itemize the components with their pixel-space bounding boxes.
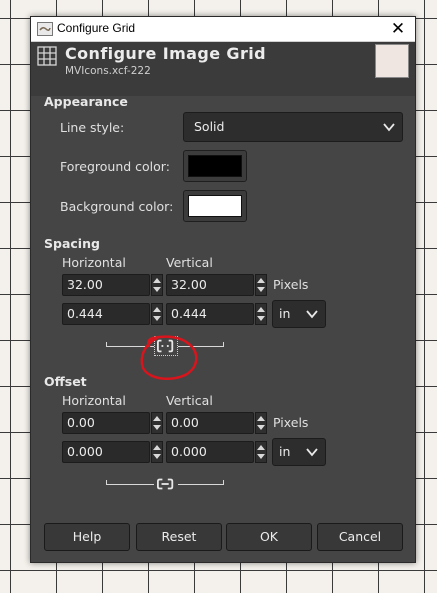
spin-up-icon[interactable] [153, 278, 161, 283]
spin-arrows[interactable] [255, 441, 267, 463]
spin-up-icon[interactable] [257, 445, 265, 450]
help-button[interactable]: Help [44, 523, 130, 551]
spacing-vertical-label: Vertical [166, 255, 213, 270]
offset-horizontal-units-field[interactable]: 0.000 [62, 441, 150, 463]
offset-chain-toggle-button[interactable] [154, 474, 178, 494]
spin-down-icon[interactable] [257, 316, 265, 321]
spin-down-icon[interactable] [257, 425, 265, 430]
chain-linked-icon [157, 478, 174, 490]
offset-horizontal-label: Horizontal [62, 393, 126, 408]
spin-arrows[interactable] [255, 303, 267, 325]
offset-unit-value: in [279, 444, 291, 459]
spin-down-icon[interactable] [153, 287, 161, 292]
offset-horizontal-pixels-spinner[interactable]: 0.00 [62, 412, 164, 434]
spacing-vertical-units-spinner[interactable]: 0.444 [166, 303, 268, 325]
spin-down-icon[interactable] [257, 287, 265, 292]
chain-bracket-right [223, 342, 224, 347]
chain-line-right [178, 346, 224, 347]
appearance-heading: Appearance [44, 94, 128, 109]
spin-up-icon[interactable] [257, 307, 265, 312]
foreground-color-label: Foreground color: [60, 159, 170, 174]
dialog-heading: Configure Image Grid [65, 44, 266, 63]
spin-arrows[interactable] [151, 441, 163, 463]
spacing-unit-dropdown[interactable]: in [272, 300, 326, 328]
offset-vertical-units-field[interactable]: 0.000 [166, 441, 254, 463]
chain-line-right [178, 484, 224, 485]
chevron-down-icon [306, 310, 318, 319]
spacing-vertical-units-field[interactable]: 0.444 [166, 303, 254, 325]
spin-arrows[interactable] [255, 412, 267, 434]
chevron-down-icon [383, 123, 395, 132]
close-button[interactable]: ✕ [381, 17, 415, 41]
line-style-label: Line style: [60, 120, 125, 135]
offset-vertical-pixels-field[interactable]: 0.00 [166, 412, 254, 434]
dialog-header: Configure Image Grid MVIcons.xcf-222 [31, 42, 415, 96]
spacing-chain-toggle-button[interactable] [154, 336, 178, 356]
offset-pixels-unit-label: Pixels [273, 415, 309, 430]
title-bar[interactable]: Configure Grid ✕ [31, 17, 415, 42]
image-preview-thumbnail [375, 44, 409, 78]
spin-down-icon[interactable] [257, 454, 265, 459]
spacing-horizontal-units-field[interactable]: 0.444 [62, 303, 150, 325]
close-icon: ✕ [390, 19, 406, 39]
spin-arrows[interactable] [151, 412, 163, 434]
spin-down-icon[interactable] [153, 316, 161, 321]
spacing-vertical-pixels-spinner[interactable]: 32.00 [166, 274, 268, 296]
canvas-background: { "window": { "title": "Configure Grid",… [0, 0, 437, 593]
spin-arrows[interactable] [151, 303, 163, 325]
red-annotation-circle [140, 335, 198, 381]
background-color-swatch [188, 195, 242, 217]
spacing-heading: Spacing [44, 236, 100, 251]
window-title: Configure Grid [57, 21, 136, 35]
spin-arrows[interactable] [151, 274, 163, 296]
foreground-color-swatch [188, 155, 242, 177]
offset-horizontal-pixels-field[interactable]: 0.00 [62, 412, 150, 434]
spin-up-icon[interactable] [257, 278, 265, 283]
chain-bracket-right [223, 480, 224, 485]
spacing-horizontal-label: Horizontal [62, 255, 126, 270]
spacing-vertical-pixels-field[interactable]: 32.00 [166, 274, 254, 296]
chain-line-left [106, 484, 154, 485]
offset-unit-dropdown[interactable]: in [272, 438, 326, 466]
offset-vertical-label: Vertical [166, 393, 213, 408]
spacing-pixels-unit-label: Pixels [273, 277, 309, 292]
foreground-color-button[interactable] [183, 150, 247, 182]
cancel-button[interactable]: Cancel [317, 523, 403, 551]
offset-vertical-pixels-spinner[interactable]: 0.00 [166, 412, 268, 434]
offset-vertical-units-spinner[interactable]: 0.000 [166, 441, 268, 463]
line-style-dropdown[interactable]: Solid [183, 112, 403, 142]
spin-up-icon[interactable] [153, 445, 161, 450]
line-style-value: Solid [194, 119, 225, 134]
gimp-app-icon [37, 22, 53, 36]
image-name: MVIcons.xcf-222 [65, 65, 151, 77]
grid-icon [37, 46, 57, 66]
spin-up-icon[interactable] [153, 307, 161, 312]
reset-button[interactable]: Reset [136, 523, 222, 551]
spacing-horizontal-pixels-spinner[interactable]: 32.00 [62, 274, 164, 296]
chevron-down-icon [306, 448, 318, 457]
spin-up-icon[interactable] [257, 416, 265, 421]
chain-line-left [106, 346, 154, 347]
spacing-unit-value: in [279, 306, 291, 321]
offset-horizontal-units-spinner[interactable]: 0.000 [62, 441, 164, 463]
ok-button[interactable]: OK [226, 523, 312, 551]
spin-down-icon[interactable] [153, 454, 161, 459]
background-color-button[interactable] [183, 190, 247, 222]
spacing-horizontal-pixels-field[interactable]: 32.00 [62, 274, 150, 296]
offset-heading: Offset [44, 374, 87, 389]
spin-up-icon[interactable] [153, 416, 161, 421]
chain-broken-icon [157, 339, 174, 353]
background-color-label: Background color: [60, 199, 174, 214]
configure-grid-dialog: Configure Grid ✕ Configure Image Grid MV… [30, 16, 416, 563]
spin-down-icon[interactable] [153, 425, 161, 430]
spacing-horizontal-units-spinner[interactable]: 0.444 [62, 303, 164, 325]
spin-arrows[interactable] [255, 274, 267, 296]
